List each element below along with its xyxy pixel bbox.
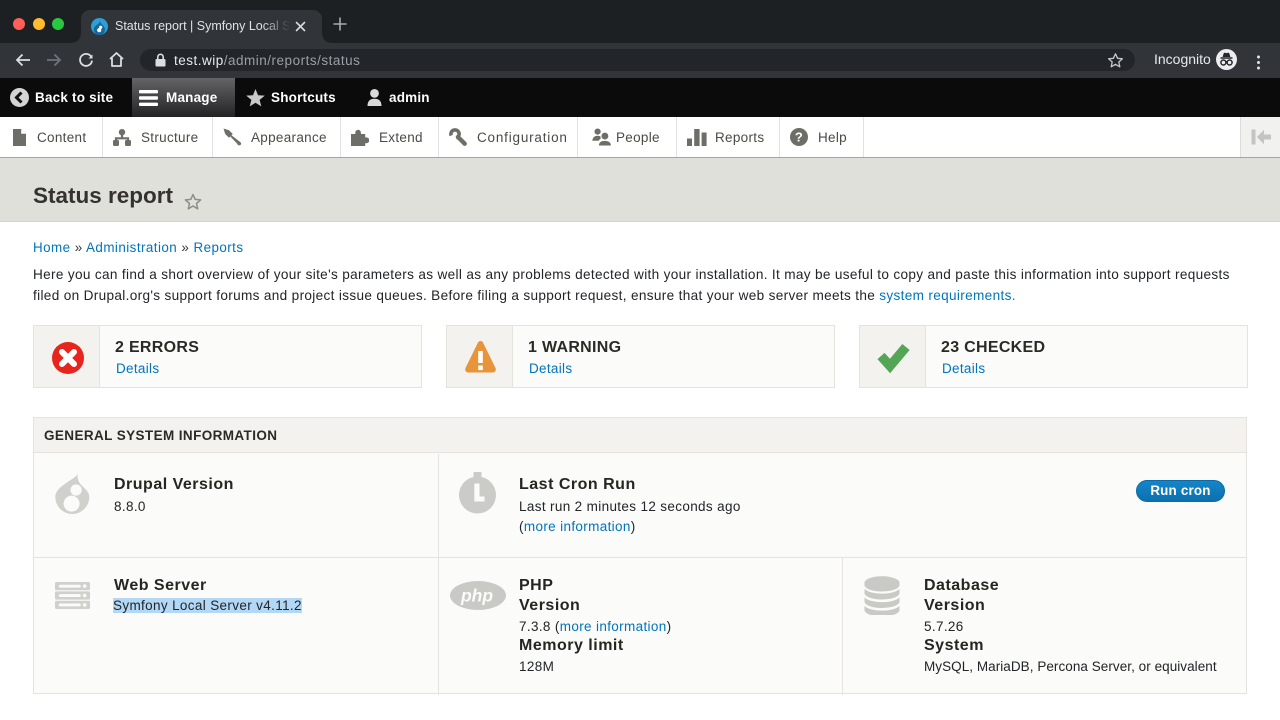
svg-text:php: php: [459, 586, 492, 606]
svg-text:?: ?: [795, 130, 803, 145]
